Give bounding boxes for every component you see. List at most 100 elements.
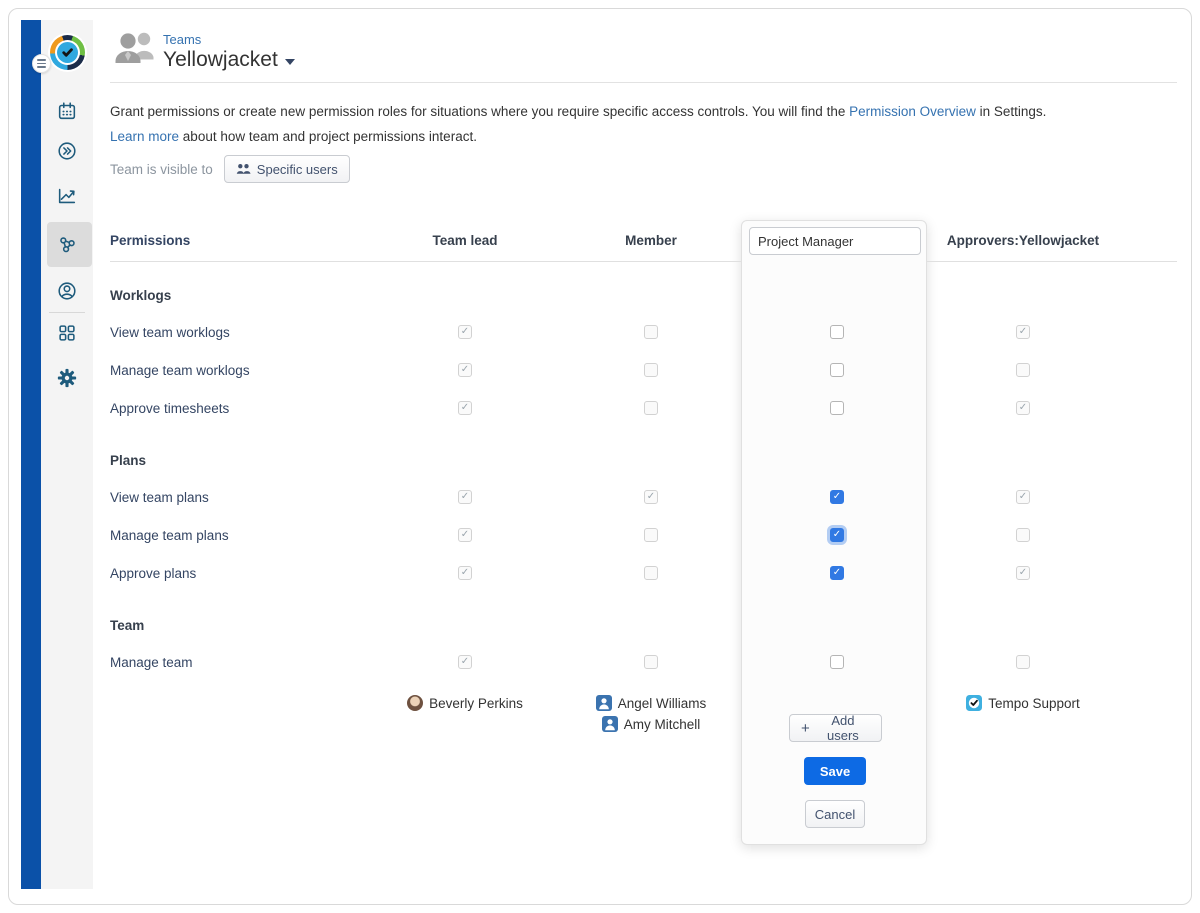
cell-member — [558, 325, 744, 339]
cell-approvers: ✓ — [930, 325, 1116, 339]
hamburger-menu-button[interactable] — [32, 54, 51, 73]
checkbox-view-team-plans-project-manager[interactable]: ✓ — [830, 490, 844, 504]
permission-label: Manage team worklogs — [110, 363, 372, 378]
users-icon — [236, 163, 251, 175]
permission-label: View team plans — [110, 490, 372, 505]
column-header-member: Member — [558, 233, 744, 248]
table-row: Approve timesheets ✓ ✓ — [110, 389, 1177, 427]
checkbox-manage-team-project-manager[interactable] — [830, 655, 844, 669]
cell-member — [558, 528, 744, 542]
checkbox-view-team-worklogs-approvers: ✓ — [1016, 325, 1030, 339]
sidebar-item-settings[interactable] — [55, 366, 79, 390]
cell-approvers: ✓ — [930, 566, 1116, 580]
table-row: View team worklogs✓✓ — [110, 313, 1177, 351]
breadcrumb-teams[interactable]: Teams — [163, 32, 201, 47]
intro-line-1: Grant permissions or create new permissi… — [110, 104, 1180, 119]
sidebar-item-teams[interactable] — [55, 233, 79, 257]
cell-project-manager: ✓ — [744, 490, 930, 504]
members-row: Beverly Perkins Angel Williams Amy Mitchel… — [110, 695, 1177, 732]
cell-project-manager: ✓ — [744, 566, 930, 580]
checkbox-manage-team-worklogs-team-lead: ✓ — [458, 363, 472, 377]
user-circle-icon — [56, 280, 78, 302]
cell-approvers: ✓ — [930, 401, 1116, 415]
cell-team-lead: ✓ — [372, 528, 558, 542]
double-chevron-icon — [56, 140, 78, 162]
member-name: Angel Williams — [618, 696, 707, 711]
check-icon — [60, 45, 75, 60]
sidebar-item-reports[interactable] — [55, 184, 79, 208]
specific-users-button[interactable]: Specific users — [224, 155, 350, 183]
cell-member — [558, 655, 744, 669]
trend-chart-icon — [56, 185, 78, 207]
sidebar-item-apps[interactable] — [55, 321, 79, 345]
apps-grid-icon — [56, 322, 78, 344]
cell-approvers: ✓ — [930, 490, 1116, 504]
checkbox-manage-team-plans-team-lead: ✓ — [458, 528, 472, 542]
permission-label: Approve timesheets — [110, 401, 372, 416]
column-header-approvers: Approvers:Yellowjacket — [930, 233, 1116, 248]
cancel-button[interactable]: Cancel — [805, 800, 865, 828]
sidebar-item-profile[interactable] — [55, 279, 79, 303]
member-name: Amy Mitchell — [624, 717, 701, 732]
permission-label: View team worklogs — [110, 325, 372, 340]
member-name: Tempo Support — [988, 696, 1080, 711]
permission-label: Approve plans — [110, 566, 372, 581]
cell-member — [558, 363, 744, 377]
generic-avatar — [596, 695, 612, 711]
header-divider — [110, 82, 1177, 83]
checkbox-manage-team-worklogs-approvers — [1016, 363, 1030, 377]
member-item: Beverly Perkins — [407, 695, 523, 711]
cell-team-lead: ✓ — [372, 566, 558, 580]
table-row: Manage team plans ✓ ✓ — [110, 516, 1177, 554]
learn-more-link[interactable]: Learn more — [110, 129, 179, 144]
cell-member — [558, 401, 744, 415]
checkbox-view-team-worklogs-project-manager[interactable] — [830, 325, 844, 339]
permission-overview-link[interactable]: Permission Overview — [849, 104, 976, 119]
checkbox-approve-plans-team-lead: ✓ — [458, 566, 472, 580]
app-window: Teams Yellowjacket Grant permissions or … — [8, 8, 1192, 905]
section-header: Plans — [110, 453, 1177, 471]
section-header: Worklogs — [110, 288, 1177, 306]
table-row: Manage team worklogs ✓ — [110, 351, 1177, 389]
checkbox-view-team-worklogs-member — [644, 325, 658, 339]
checkbox-view-team-plans-team-lead: ✓ — [458, 490, 472, 504]
checkbox-manage-team-worklogs-project-manager[interactable] — [830, 363, 844, 377]
checkbox-approve-plans-project-manager[interactable]: ✓ — [830, 566, 844, 580]
member-item: Angel Williams — [596, 695, 707, 711]
checkbox-manage-team-approvers — [1016, 655, 1030, 669]
checkbox-approve-timesheets-project-manager[interactable] — [830, 401, 844, 415]
cell-approvers — [930, 528, 1116, 542]
cell-team-lead: ✓ — [372, 655, 558, 669]
chevron-down-icon — [285, 59, 295, 65]
checkbox-approve-timesheets-team-lead: ✓ — [458, 401, 472, 415]
table-row: View team plans✓✓✓✓ — [110, 478, 1177, 516]
save-button[interactable]: Save — [804, 757, 866, 785]
table-body: WorklogsView team worklogs✓✓Manage team … — [110, 288, 1177, 681]
calendar-icon — [56, 100, 78, 122]
cell-approvers — [930, 363, 1116, 377]
member-item: Amy Mitchell — [602, 716, 701, 732]
cell-member — [558, 566, 744, 580]
specific-users-label: Specific users — [257, 162, 338, 177]
team-title-dropdown[interactable]: Yellowjacket — [163, 48, 295, 72]
table-row: Manage team✓ — [110, 643, 1177, 681]
sidebar-item-calendar[interactable] — [55, 99, 79, 123]
nav-strip — [21, 20, 41, 889]
cell-approvers — [930, 655, 1116, 669]
teams-people-icon — [112, 30, 158, 71]
sidebar-divider — [49, 312, 85, 313]
section-header: Team — [110, 618, 1177, 636]
permissions-table: Permissions Team lead Member Approvers:Y… — [110, 231, 1177, 732]
permission-label: Manage team plans — [110, 528, 372, 543]
checkbox-manage-team-team-lead: ✓ — [458, 655, 472, 669]
checkbox-view-team-plans-approvers: ✓ — [1016, 490, 1030, 504]
cell-project-manager — [744, 325, 930, 339]
cell-project-manager — [744, 401, 930, 415]
sidebar-item-quick-access[interactable] — [55, 139, 79, 163]
checkbox-manage-team-plans-project-manager[interactable]: ✓ — [830, 528, 844, 542]
cell-team-lead: ✓ — [372, 401, 558, 415]
checkbox-manage-team-worklogs-member — [644, 363, 658, 377]
intro-line-2: Learn more about how team and project pe… — [110, 129, 1180, 144]
checkbox-manage-team-plans-approvers — [1016, 528, 1030, 542]
column-header-team-lead: Team lead — [372, 233, 558, 248]
